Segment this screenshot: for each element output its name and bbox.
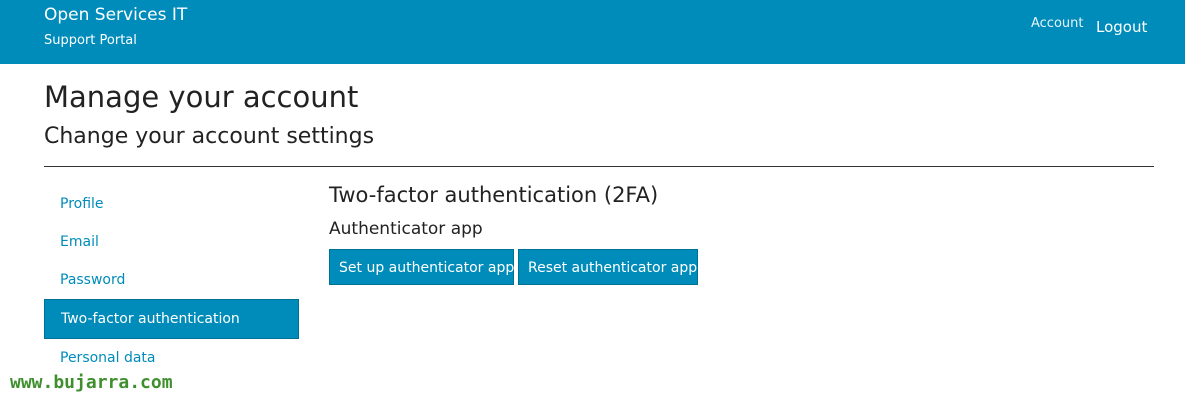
page-subtitle: Change your account settings [44, 124, 375, 149]
brand-title[interactable]: Open Services IT [44, 5, 187, 25]
account-link[interactable]: Account [1031, 16, 1084, 31]
section-subtitle: Authenticator app [329, 219, 483, 239]
reset-authenticator-button[interactable]: Reset authenticator app [518, 249, 698, 285]
setup-authenticator-button[interactable]: Set up authenticator app [329, 249, 514, 285]
watermark: www.bujarra.com [10, 372, 173, 393]
sidebar-item-profile[interactable]: Profile [44, 185, 299, 223]
divider [44, 166, 1154, 167]
logout-link[interactable]: Logout [1096, 18, 1147, 36]
brand-subtitle: Support Portal [44, 33, 137, 48]
account-sidebar: Profile Email Password Two-factor authen… [44, 185, 299, 377]
section-title: Two-factor authentication (2FA) [329, 183, 659, 207]
sidebar-item-email[interactable]: Email [44, 223, 299, 261]
sidebar-item-two-factor-authentication[interactable]: Two-factor authentication [44, 299, 299, 339]
page-title: Manage your account [44, 80, 359, 114]
top-navbar: Open Services IT Support Portal Account … [0, 0, 1185, 64]
sidebar-item-password[interactable]: Password [44, 261, 299, 299]
